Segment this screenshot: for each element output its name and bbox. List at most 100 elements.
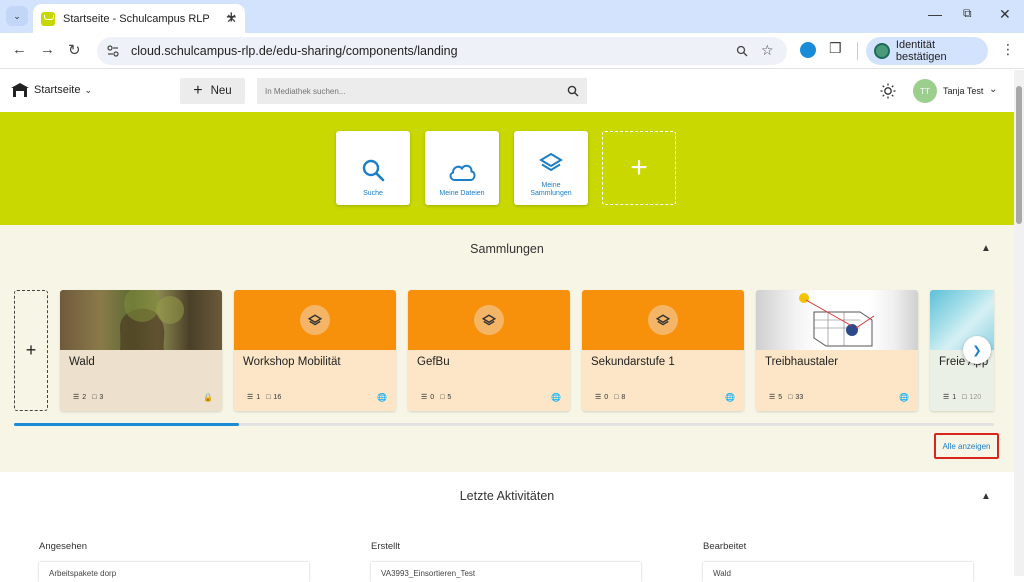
profile-avatar-icon <box>874 43 890 59</box>
carousel-next-button[interactable]: ❯ <box>963 336 991 364</box>
minimize-icon[interactable]: — <box>928 6 942 22</box>
column-heading: Bearbeitet <box>703 541 747 552</box>
tab-title: Startseite - Schulcampus RLP <box>63 12 210 25</box>
file-icon: □ <box>614 393 619 401</box>
file-count: 3 <box>99 393 104 401</box>
download-icon[interactable] <box>800 42 816 58</box>
new-tab-plus-icon[interactable]: + <box>226 7 237 28</box>
globe-icon: 🌐 <box>551 393 561 402</box>
bookmark-star-icon[interactable]: ☆ <box>761 42 774 59</box>
hero-banner: Suche Meine Dateien Meine Sammlungen + <box>0 112 1014 225</box>
browser-toolbar: ← → ↻ cloud.schulcampus-rlp.de/edu-shari… <box>0 33 1024 69</box>
home-menu-label: Startseite <box>34 84 81 96</box>
activity-item-title: Wald <box>713 569 731 578</box>
subcollection-count: 5 <box>778 393 783 401</box>
column-heading: Angesehen <box>39 541 88 552</box>
identity-label: Identität bestätigen <box>895 39 947 63</box>
search-field[interactable] <box>257 78 587 104</box>
card-stats: ☰ 0 □ 8 <box>595 393 626 402</box>
window-close-icon[interactable]: ✕ <box>999 6 1011 23</box>
forward-arrow-icon[interactable]: → <box>40 41 55 58</box>
back-arrow-icon[interactable]: ← <box>12 41 27 58</box>
tile-label: Meine Sammlungen <box>530 182 572 197</box>
file-icon: □ <box>440 393 445 401</box>
reload-icon[interactable]: ↻ <box>68 41 81 59</box>
add-tile-button[interactable]: + <box>602 131 676 205</box>
file-icon: □ <box>266 393 271 401</box>
greenhouse-diagram-image <box>756 290 918 350</box>
tile-label: Suche <box>363 190 383 197</box>
layers-icon: ☰ <box>73 394 80 401</box>
layers-icon: ☰ <box>421 394 428 401</box>
globe-icon: 🌐 <box>725 393 735 402</box>
tile-my-files[interactable]: Meine Dateien <box>425 131 499 205</box>
tile-my-collections[interactable]: Meine Sammlungen <box>514 131 588 205</box>
collection-card[interactable]: Workshop Mobilität ☰ 1 □ 16 🌐 <box>234 290 396 411</box>
chevron-right-icon: ❯ <box>972 344 982 357</box>
site-settings-icon[interactable] <box>107 45 119 57</box>
tile-search[interactable]: Suche <box>336 131 410 205</box>
card-title: Sekundarstufe 1 <box>591 356 675 368</box>
page-scrollbar-thumb[interactable] <box>1016 86 1022 224</box>
activity-item[interactable]: Wald <box>703 562 973 582</box>
layers-icon: ☰ <box>769 394 776 401</box>
zoom-icon[interactable] <box>736 45 748 57</box>
extensions-puzzle-icon[interactable]: ❒ <box>829 40 842 57</box>
file-count: 33 <box>795 393 804 401</box>
card-title: Workshop Mobilität <box>243 356 341 368</box>
collections-section: Sammlungen ▲ + Wald ☰ 2 □ 3 🔒 Workshop Mob… <box>0 225 1014 472</box>
card-stats: ☰ 5 □ 33 <box>769 393 804 402</box>
activity-item[interactable]: Arbeitspakete dorp <box>39 562 309 582</box>
file-icon: □ <box>788 393 793 401</box>
column-heading: Erstellt <box>371 541 401 552</box>
section-title: Letzte Aktivitäten <box>459 489 555 503</box>
collapse-chevron-icon[interactable]: ▲ <box>981 243 991 254</box>
more-menu-icon[interactable]: ⋮ <box>1001 41 1015 58</box>
activity-item[interactable]: VA3993_Einsortieren_Test <box>371 562 641 582</box>
address-bar[interactable]: cloud.schulcampus-rlp.de/edu-sharing/com… <box>97 37 787 65</box>
layers-icon: ☰ <box>247 394 254 401</box>
card-stats: ☰ 2 □ 3 <box>73 393 104 402</box>
restore-icon[interactable]: ⧉ <box>963 6 972 21</box>
card-preview <box>408 290 570 350</box>
new-button[interactable]: + Neu <box>180 78 245 104</box>
collection-card[interactable]: Sekundarstufe 1 ☰ 0 □ 8 🌐 <box>582 290 744 411</box>
collection-card[interactable]: Wald ☰ 2 □ 3 🔒 <box>60 290 222 411</box>
user-name[interactable]: Tanja Test <box>943 86 983 96</box>
user-avatar[interactable]: TT <box>913 79 937 103</box>
search-icon[interactable] <box>567 85 579 97</box>
card-preview <box>234 290 396 350</box>
subcollection-count: 2 <box>82 393 87 401</box>
add-collection-button[interactable]: + <box>14 290 48 411</box>
file-count: 8 <box>621 393 626 401</box>
section-title: Sammlungen <box>470 242 544 256</box>
chevron-down-icon[interactable]: ⌄ <box>989 84 997 95</box>
layers-icon: ☰ <box>595 394 602 401</box>
new-button-label: Neu <box>210 85 232 97</box>
layers-icon <box>539 152 563 172</box>
layers-icon <box>300 305 330 335</box>
collection-card[interactable]: GefBu ☰ 0 □ 5 🌐 <box>408 290 570 411</box>
schoolhouse-logo-icon <box>11 83 29 97</box>
carousel-scroll-thumb[interactable] <box>14 423 239 426</box>
tab-list-button[interactable]: ⌄ <box>6 6 28 26</box>
browser-tab-active[interactable]: Startseite - Schulcampus RLP ✕ <box>33 4 245 33</box>
show-all-button[interactable]: Alle anzeigen <box>934 433 999 459</box>
collapse-chevron-icon[interactable]: ▲ <box>981 491 991 502</box>
file-icon: □ <box>962 393 967 401</box>
layers-icon <box>474 305 504 335</box>
identity-confirm-button[interactable]: Identität bestätigen <box>866 37 988 65</box>
app-header: Startseite ⌄ + Neu TT Tanja Test ⌄ <box>0 70 1014 112</box>
search-input[interactable] <box>265 86 555 96</box>
file-count: 5 <box>447 393 452 401</box>
home-menu-button[interactable]: Startseite ⌄ <box>10 82 92 98</box>
subcollection-count: 0 <box>430 393 435 401</box>
layers-icon <box>648 305 678 335</box>
plus-icon: + <box>193 82 203 99</box>
theme-sun-icon[interactable] <box>880 83 896 99</box>
card-stats: ☰ 1 □ 120 <box>943 393 981 402</box>
card-title: Wald <box>69 356 95 368</box>
search-icon <box>362 159 385 182</box>
tile-label: Meine Dateien <box>439 190 485 197</box>
collection-card[interactable]: Treibhaustaler ☰ 5 □ 33 🌐 <box>756 290 918 411</box>
